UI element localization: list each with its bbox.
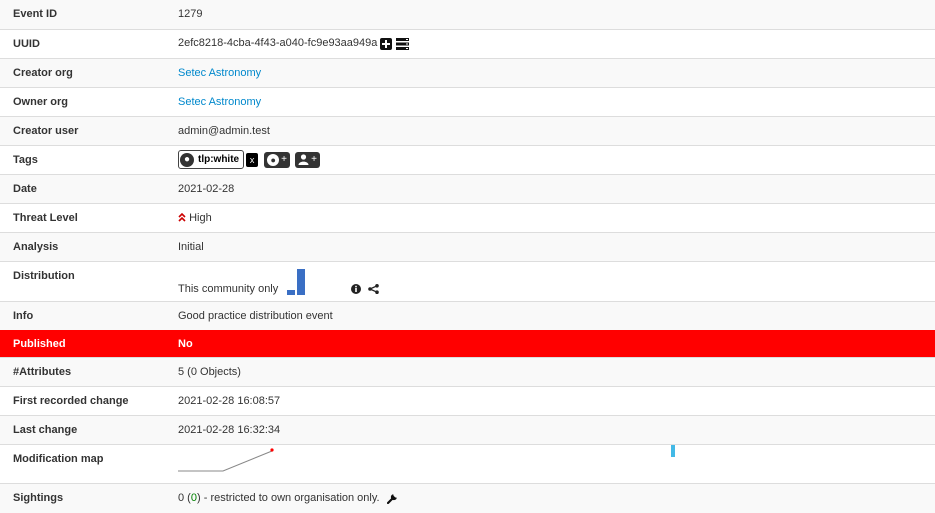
- event-id-label: Event ID: [0, 0, 161, 29]
- sightings-count: 0: [178, 492, 185, 505]
- date-value: 2021-02-28: [161, 173, 935, 203]
- modification-map-cell: [161, 443, 935, 483]
- sightings-text: - restricted to own organisation only.: [203, 492, 380, 505]
- threat-level-label: Threat Level: [0, 202, 161, 232]
- modification-map-line: [178, 450, 273, 471]
- tags-cell: ● tlp:white x ● + +: [161, 144, 935, 174]
- tag-name: tlp:white: [198, 154, 240, 165]
- row-info: Info Good practice distribution event: [0, 300, 935, 330]
- row-first-recorded-change: First recorded change 2021-02-28 16:08:5…: [0, 385, 935, 415]
- share-icon[interactable]: [367, 283, 379, 294]
- published-value: No: [161, 329, 935, 357]
- row-uuid: UUID 2efc8218-4cba-4f43-a040-fc9e93aa949…: [0, 28, 935, 58]
- first-change-label: First recorded change: [0, 385, 161, 415]
- row-attributes: #Attributes 5 (0 Objects): [0, 356, 935, 386]
- info-value: Good practice distribution event: [161, 300, 935, 330]
- wrench-icon[interactable]: [386, 493, 398, 504]
- date-label: Date: [0, 173, 161, 203]
- modification-map-bar: [671, 444, 675, 457]
- last-change-value: 2021-02-28 16:32:34: [161, 414, 935, 444]
- creator-org-link[interactable]: Setec Astronomy: [178, 67, 261, 79]
- row-creator-user: Creator user admin@admin.test: [0, 115, 935, 145]
- globe-icon: ●: [180, 152, 194, 167]
- distribution-label: Distribution: [0, 260, 161, 301]
- add-local-tag-button[interactable]: +: [295, 151, 320, 168]
- tags-label: Tags: [0, 144, 161, 174]
- uuid-label: UUID: [0, 28, 161, 58]
- last-change-label: Last change: [0, 414, 161, 444]
- row-distribution: Distribution This community only: [0, 260, 935, 301]
- threat-level-value: High: [189, 211, 212, 224]
- event-details-table: Event ID 1279 UUID 2efc8218-4cba-4f43-a0…: [0, 0, 935, 513]
- threat-level-cell: High: [161, 202, 935, 232]
- distribution-graph-bar-high: [297, 268, 306, 295]
- row-creator-org: Creator org Setec Astronomy: [0, 57, 935, 87]
- attributes-value: 5 (0 Objects): [161, 356, 935, 386]
- globe-icon: ●: [267, 153, 280, 166]
- row-event-id: Event ID 1279: [0, 0, 935, 29]
- creator-user-label: Creator user: [0, 115, 161, 145]
- sightings-cell: 0 (0) - restricted to own organisation o…: [161, 482, 935, 513]
- distribution-value: This community only: [178, 282, 279, 295]
- distribution-graph[interactable]: [287, 268, 307, 295]
- row-modification-map: Modification map: [0, 443, 935, 483]
- sightings-label: Sightings: [0, 482, 161, 513]
- distribution-cell: This community only: [161, 260, 935, 301]
- plus-square-icon[interactable]: [380, 37, 393, 50]
- event-id-value: 1279: [161, 0, 935, 29]
- row-owner-org: Owner org Setec Astronomy: [0, 86, 935, 116]
- row-published: Published No: [0, 329, 935, 357]
- uuid-value: 2efc8218-4cba-4f43-a040-fc9e93aa949a: [178, 37, 378, 50]
- row-analysis: Analysis Initial: [0, 231, 935, 261]
- user-icon: [298, 154, 309, 165]
- info-label: Info: [0, 300, 161, 330]
- add-tag-plus: +: [281, 154, 288, 165]
- modification-map-chart: [178, 444, 675, 471]
- row-date: Date 2021-02-28: [0, 173, 935, 203]
- modification-map-label: Modification map: [0, 443, 161, 483]
- tag-tlp-white[interactable]: ● tlp:white: [178, 150, 245, 169]
- row-tags: Tags ● tlp:white x ● + +: [0, 144, 935, 174]
- attributes-label: #Attributes: [0, 356, 161, 386]
- creator-user-value: admin@admin.test: [161, 115, 935, 145]
- info-circle-icon[interactable]: [351, 283, 362, 294]
- row-threat-level: Threat Level High: [0, 202, 935, 232]
- row-last-change: Last change 2021-02-28 16:32:34: [0, 414, 935, 444]
- double-chevron-up-icon: [178, 213, 186, 222]
- analysis-label: Analysis: [0, 231, 161, 261]
- modification-map-point: [270, 447, 274, 452]
- add-galaxy-tag-button[interactable]: ● +: [264, 151, 291, 168]
- row-sightings: Sightings 0 (0) - restricted to own orga…: [0, 482, 935, 513]
- first-change-value: 2021-02-28 16:08:57: [161, 385, 935, 415]
- owner-org-link[interactable]: Setec Astronomy: [178, 96, 261, 108]
- distribution-graph-bar-low: [287, 289, 296, 295]
- add-user-tag-plus: +: [311, 154, 317, 165]
- analysis-value: Initial: [161, 231, 935, 261]
- server-icon[interactable]: [395, 37, 409, 50]
- sightings-sub-count: 0: [190, 492, 197, 505]
- uuid-cell: 2efc8218-4cba-4f43-a040-fc9e93aa949a: [161, 28, 935, 58]
- creator-org-label: Creator org: [0, 57, 161, 87]
- remove-tag-button[interactable]: x: [246, 152, 259, 167]
- published-label: Published: [0, 329, 161, 357]
- owner-org-label: Owner org: [0, 86, 161, 116]
